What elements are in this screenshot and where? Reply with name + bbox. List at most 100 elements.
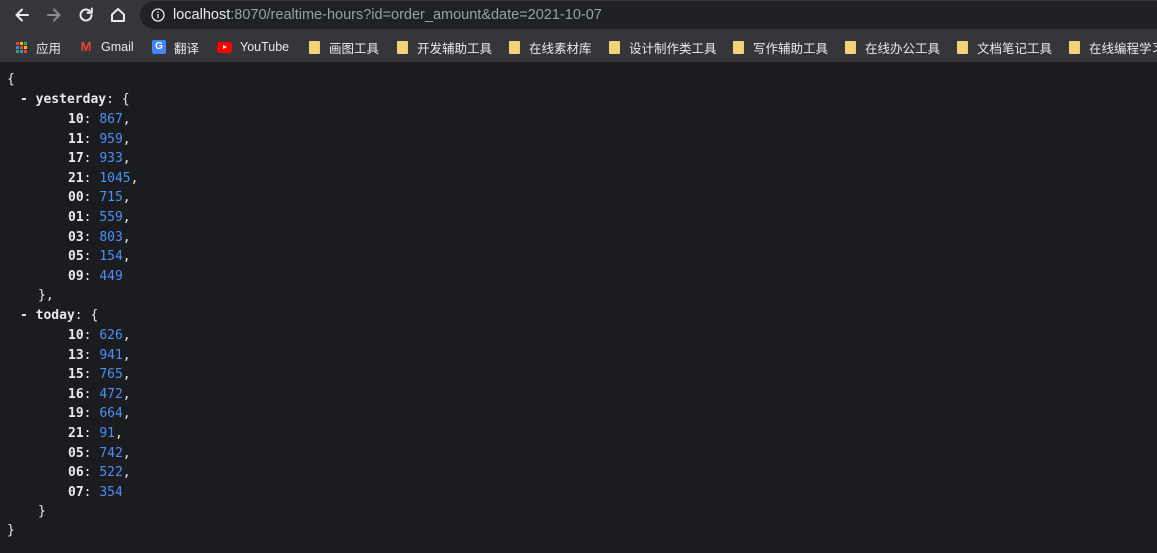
folder-icon [731,40,745,54]
json-value: 941 [99,347,123,363]
folder-icon [955,40,969,54]
bookmark-folder-drawing-tools[interactable]: 画图工具 [307,38,379,56]
home-button[interactable] [106,4,130,26]
json-hour-key: 07 [68,484,84,500]
bookmark-label: 写作辅助工具 [753,41,829,56]
reload-button[interactable] [74,4,98,26]
json-key: yesterday [35,92,107,107]
folder-icon [1067,40,1081,54]
json-value: 354 [99,484,123,500]
json-value: 664 [99,406,123,422]
json-value: 742 [99,445,123,461]
folder-icon [507,40,521,54]
json-key-yesterday: - yesterday: { [20,92,130,107]
json-value: 933 [99,151,123,167]
bookmark-folder-office-tools[interactable]: 在线办公工具 [843,38,940,56]
json-entry: 06: 522, [68,465,131,481]
json-hour-key: 21 [68,170,84,186]
json-hour-key: 09 [68,268,84,284]
json-hour-key: 15 [68,367,84,383]
json-hour-key: 10 [68,328,84,343]
json-entry: 03: 803, [68,229,131,245]
json-hour-key: 21 [68,426,84,441]
json-value: 154 [99,249,123,265]
json-entry: 07: 354 [68,484,123,500]
json-hour-key: 05 [68,445,84,461]
url-path: :8070/realtime-hours?id=order_amount&dat… [230,7,602,23]
json-entry: 16: 472, [68,386,131,402]
json-entry: 15: 765, [68,367,131,383]
bookmark-folder-assets[interactable]: 在线素材库 [507,38,592,56]
bookmark-label: 开发辅助工具 [417,41,493,56]
json-value: 803 [99,229,123,245]
collapse-toggle[interactable]: - [20,92,28,107]
bookmark-folder-design-tools[interactable]: 设计制作类工具 [607,38,717,56]
bookmark-label: 设计制作类工具 [629,41,717,56]
json-entry: 10: 867, [68,112,131,127]
json-hour-key: 16 [68,386,84,402]
bookmark-folder-dev-tools[interactable]: 开发辅助工具 [395,38,492,56]
reload-icon [79,7,93,22]
bookmark-label: 在线办公工具 [865,41,941,56]
bookmark-apps[interactable]: 应用 [14,38,61,56]
json-entry: 05: 742, [68,445,131,461]
json-value: 765 [99,367,123,383]
bookmark-translate[interactable]: G 翻译 [152,38,199,56]
home-icon [111,8,125,22]
bookmark-gmail[interactable]: M Gmail [79,38,134,56]
json-value: 559 [99,210,123,225]
json-entry: 00: 715, [68,190,131,206]
json-value: 449 [99,268,123,284]
json-hour-key: 13 [68,347,84,363]
folder-icon [307,40,321,54]
bookmark-youtube[interactable]: YouTube [216,38,289,56]
browser-toolbar: localhost:8070/realtime-hours?id=order_a… [0,0,1157,31]
json-hour-key: 17 [68,151,84,167]
json-hour-key: 05 [68,249,84,265]
json-entry: 17: 933, [68,151,131,167]
json-entry: 11: 959, [68,131,131,147]
bookmark-folder-coding-learning[interactable]: 在线编程学习 [1067,38,1157,56]
bookmark-label: 翻译 [174,41,200,56]
google-translate-icon: G [152,40,166,54]
json-entry: 01: 559, [68,210,131,225]
url-text[interactable]: localhost:8070/realtime-hours?id=order_a… [173,6,602,24]
json-entry: 21: 91, [68,426,123,441]
bookmark-folder-notes-tools[interactable]: 文档笔记工具 [955,38,1052,56]
json-entry: 10: 626, [68,328,131,343]
forward-button[interactable] [42,4,66,26]
json-close-brace: } [7,523,15,538]
json-hour-key: 11 [68,131,84,147]
bookmark-label: 文档笔记工具 [977,41,1053,56]
info-icon[interactable] [151,8,165,22]
json-value: 522 [99,465,123,481]
json-value: 715 [99,190,123,206]
back-button[interactable] [10,4,34,26]
gmail-icon: M [80,39,92,54]
json-entry: 19: 664, [68,406,131,422]
collapse-toggle[interactable]: - [20,308,28,323]
address-bar[interactable]: localhost:8070/realtime-hours?id=order_a… [140,1,1157,29]
json-close-yesterday: }, [38,288,54,303]
json-value: 626 [99,328,123,343]
bookmark-label: 在线素材库 [529,41,592,56]
json-entry: 21: 1045, [68,170,139,186]
json-close-today: } [38,504,46,519]
json-open-brace: { [7,72,15,87]
url-host: localhost [173,7,231,23]
json-key-today: - today: { [20,308,99,323]
bookmark-label: Gmail [101,40,134,54]
folder-icon [843,40,857,54]
bookmarks-bar: 应用 M Gmail G 翻译 YouTube 画图工具 开发辅助工具 在线素材… [0,31,1157,62]
json-value: 867 [99,112,123,127]
json-entry: 05: 154, [68,249,131,265]
apps-grid-icon [14,40,28,54]
bookmark-label: 在线编程学习 [1089,41,1157,56]
bookmark-folder-writing-tools[interactable]: 写作辅助工具 [731,38,828,56]
json-value: 472 [99,386,123,402]
json-hour-key: 10 [68,112,84,127]
json-value: 91 [99,426,115,441]
json-entry: 13: 941, [68,347,131,363]
json-hour-key: 19 [68,406,84,422]
folder-icon [395,40,409,54]
